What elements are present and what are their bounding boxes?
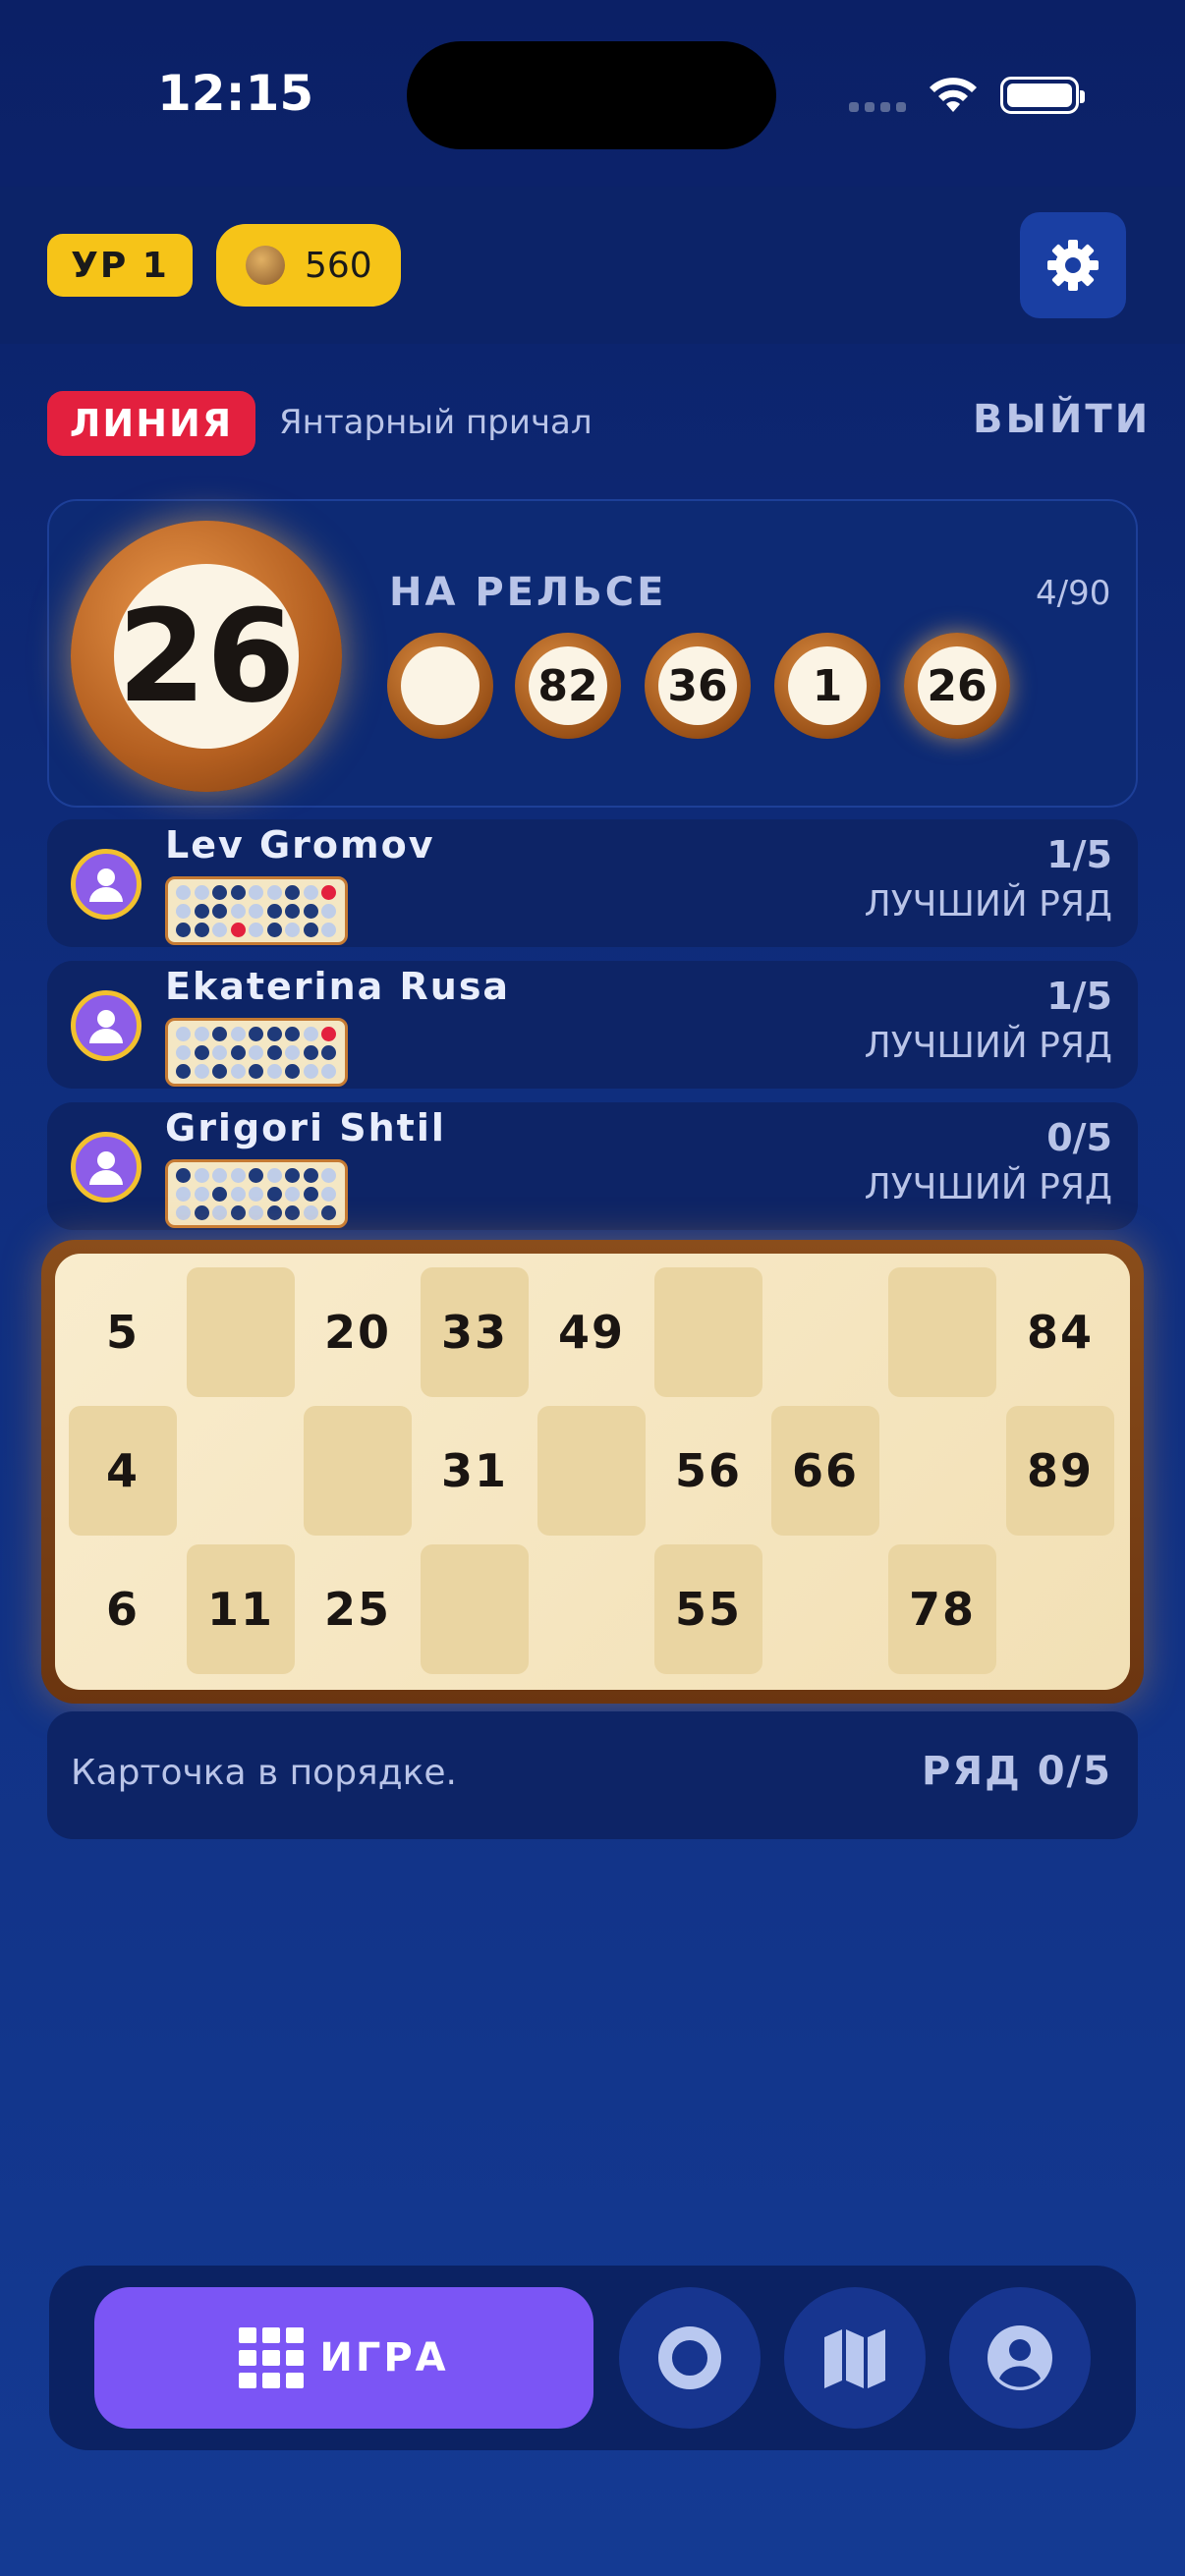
gear-icon xyxy=(1047,240,1099,291)
player-name: Ekaterina Rusa xyxy=(165,965,511,1008)
exit-button[interactable]: ВЫЙТИ xyxy=(973,397,1151,442)
cellular-signal-icon xyxy=(849,102,906,112)
avatar xyxy=(71,1132,141,1203)
card-cell-empty xyxy=(654,1267,762,1397)
card-cell-empty xyxy=(421,1544,529,1674)
player-best-label: ЛУЧШИЙ РЯД xyxy=(864,1167,1112,1207)
card-cell-empty xyxy=(537,1406,646,1536)
battery-icon xyxy=(1000,77,1085,114)
card-status-panel: Карточка в порядке. РЯД 0/5 xyxy=(47,1711,1138,1839)
current-ball: 26 xyxy=(71,521,342,792)
rail-ball: 36 xyxy=(645,633,751,739)
player-name: Lev Gromov xyxy=(165,823,435,867)
card-cell[interactable]: 78 xyxy=(888,1544,996,1674)
card-cell[interactable]: 33 xyxy=(421,1267,529,1397)
rail-label: НА РЕЛЬСЕ xyxy=(389,570,667,615)
mode-badge: ЛИНИЯ xyxy=(47,391,255,456)
player-best-label: ЛУЧШИЙ РЯД xyxy=(864,1026,1112,1066)
coins-value: 560 xyxy=(305,245,372,286)
wifi-icon xyxy=(930,78,977,112)
nav-lotto-ball-tab[interactable] xyxy=(619,2287,761,2429)
player-score: 0/5 xyxy=(1046,1116,1112,1159)
card-cell[interactable]: 49 xyxy=(537,1267,646,1397)
card-cell-empty xyxy=(187,1267,295,1397)
card-cell[interactable]: 31 xyxy=(421,1406,529,1536)
map-icon xyxy=(824,2329,885,2388)
person-icon xyxy=(89,1010,123,1043)
mini-card xyxy=(165,1018,348,1087)
card-cell[interactable]: 11 xyxy=(187,1544,295,1674)
person-icon xyxy=(89,1151,123,1185)
rail-ball-latest: 26 xyxy=(904,633,1010,739)
mini-card xyxy=(165,1159,348,1228)
location-name: Янтарный причал xyxy=(279,403,592,442)
card-cell[interactable]: 56 xyxy=(654,1406,762,1536)
nav-game-label: ИГРА xyxy=(319,2335,449,2380)
card-cell[interactable]: 25 xyxy=(304,1544,412,1674)
grid-icon xyxy=(239,2327,305,2388)
card-cell[interactable]: 4 xyxy=(69,1406,177,1536)
mini-card xyxy=(165,876,348,945)
nav-map-tab[interactable] xyxy=(784,2287,926,2429)
nav-game-tab[interactable]: ИГРА xyxy=(94,2287,593,2429)
player-name: Grigori Shtil xyxy=(165,1106,446,1149)
player-row[interactable]: Lev Gromov 1/5 ЛУЧШИЙ РЯД xyxy=(47,819,1138,947)
nav-profile-tab[interactable] xyxy=(949,2287,1091,2429)
rail-ball: 1 xyxy=(774,633,880,739)
avatar xyxy=(71,849,141,920)
rail-ball: 82 xyxy=(515,633,621,739)
player-score: 1/5 xyxy=(1046,975,1112,1018)
lotto-card: 5 20 33 49 84 4 31 56 66 89 6 11 25 55 7… xyxy=(55,1254,1130,1690)
card-cell[interactable]: 84 xyxy=(1006,1267,1114,1397)
row-progress: РЯД 0/5 xyxy=(922,1749,1112,1794)
draw-count: 4/90 xyxy=(1036,574,1111,613)
player-score: 1/5 xyxy=(1046,833,1112,876)
player-row[interactable]: Grigori Shtil 0/5 ЛУЧШИЙ РЯД xyxy=(47,1102,1138,1230)
card-status-text: Карточка в порядке. xyxy=(71,1753,457,1793)
card-cell[interactable]: 66 xyxy=(771,1406,879,1536)
coin-icon xyxy=(246,246,285,285)
coins-badge: 560 xyxy=(216,224,401,307)
card-cell[interactable]: 89 xyxy=(1006,1406,1114,1536)
player-row[interactable]: Ekaterina Rusa 1/5 ЛУЧШИЙ РЯД xyxy=(47,961,1138,1089)
rail-ball xyxy=(387,633,493,739)
player-best-label: ЛУЧШИЙ РЯД xyxy=(864,884,1112,924)
current-ball-number: 26 xyxy=(114,564,299,749)
settings-button[interactable] xyxy=(1020,212,1126,318)
card-cell-empty xyxy=(304,1406,412,1536)
card-cell[interactable]: 20 xyxy=(304,1267,412,1397)
dynamic-island xyxy=(407,41,776,149)
person-icon xyxy=(89,868,123,902)
avatar xyxy=(71,990,141,1061)
card-cell-empty xyxy=(888,1267,996,1397)
status-time: 12:15 xyxy=(157,65,314,122)
profile-icon xyxy=(988,2325,1052,2390)
card-cell[interactable]: 6 xyxy=(69,1544,177,1674)
card-cell[interactable]: 5 xyxy=(69,1267,177,1397)
level-badge: УР 1 xyxy=(47,234,193,297)
card-cell[interactable]: 55 xyxy=(654,1544,762,1674)
ring-icon xyxy=(658,2326,721,2389)
